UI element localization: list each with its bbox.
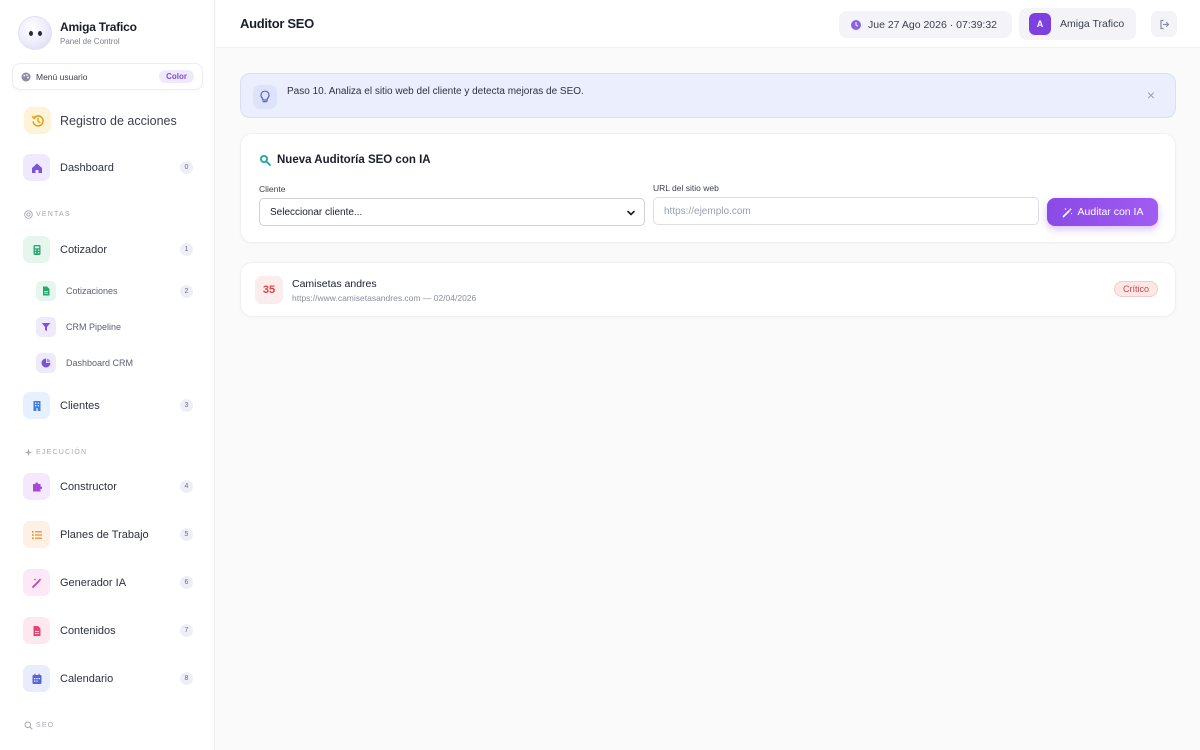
seo-score: 35 xyxy=(255,276,283,304)
page-title: Auditor SEO xyxy=(240,16,314,31)
close-icon[interactable]: × xyxy=(1147,87,1155,103)
palette-icon xyxy=(21,72,31,82)
user-menu-button[interactable]: Menú usuario Color xyxy=(12,63,203,90)
avatar: A xyxy=(1029,13,1051,35)
puzzle-icon xyxy=(23,473,50,500)
shortcut-badge: 6 xyxy=(180,576,193,589)
sidebar-item-label: Constructor xyxy=(60,480,117,493)
sidebar-item-planes[interactable]: Planes de Trabajo 5 xyxy=(23,521,193,548)
sidebar-item-clientes[interactable]: Clientes 3 xyxy=(23,392,193,419)
section-seo: SEO xyxy=(24,721,54,730)
url-input[interactable] xyxy=(653,197,1039,225)
status-badge: Crítico xyxy=(1113,281,1158,297)
file-icon xyxy=(23,617,50,644)
sidebar-item-label: Generador IA xyxy=(60,576,127,589)
sidebar-item-label: CRM Pipeline xyxy=(66,322,122,332)
magic-wand-icon xyxy=(1062,207,1072,217)
history-icon xyxy=(24,107,51,134)
search-analytics-icon xyxy=(260,155,271,166)
sidebar-item-label: Cotizador xyxy=(60,243,108,256)
shortcut-badge: 5 xyxy=(180,528,193,541)
datetime-display: Jue 27 Ago 2026 · 07:39:32 xyxy=(839,11,1013,38)
new-audit-card: Nueva Auditoría SEO con IA Cliente Selec… xyxy=(240,133,1176,243)
sidebar: Amiga Trafico Panel de Control Menú usua… xyxy=(0,0,215,750)
chevron-down-icon xyxy=(627,210,635,216)
user-profile-button[interactable]: A Amiga Trafico xyxy=(1019,8,1137,40)
section-ejecucion: EJECUCIÓN xyxy=(24,448,87,457)
top-header: Auditor SEO Jue 27 Ago 2026 · 07:39:32 A… xyxy=(216,0,1200,48)
logout-icon xyxy=(1159,19,1169,29)
sidebar-item-label: Dashboard CRM xyxy=(66,358,134,368)
list-icon xyxy=(23,521,50,548)
brand-mascot-icon xyxy=(18,16,52,50)
sidebar-item-registro[interactable]: Registro de acciones xyxy=(24,107,177,134)
user-menu-label: Menú usuario xyxy=(36,71,88,82)
logout-button[interactable] xyxy=(1151,11,1177,37)
sidebar-item-label: Dashboard xyxy=(60,161,114,174)
sidebar-item-contenidos[interactable]: Contenidos 7 xyxy=(23,617,193,644)
sidebar-item-cotizador[interactable]: Cotizador 1 xyxy=(23,236,193,263)
funnel-icon xyxy=(36,317,56,337)
card-title: Nueva Auditoría SEO con IA xyxy=(259,154,431,166)
user-name: Amiga Trafico xyxy=(1060,18,1125,30)
shortcut-badge: 0 xyxy=(180,161,193,174)
brand[interactable]: Amiga Trafico Panel de Control xyxy=(18,16,137,50)
sidebar-item-label: Contenidos xyxy=(60,624,116,637)
pie-chart-icon xyxy=(36,353,56,373)
target-icon xyxy=(24,210,33,219)
result-client-name: Camisetas andres xyxy=(292,278,377,290)
sidebar-item-dashboard-crm[interactable]: Dashboard CRM xyxy=(36,353,193,373)
home-icon xyxy=(23,154,50,181)
sparkle-icon xyxy=(24,448,33,457)
section-ventas: VENTAS xyxy=(24,210,71,219)
brand-name: Amiga Trafico xyxy=(60,20,137,34)
magic-wand-icon xyxy=(23,569,50,596)
shortcut-badge: 7 xyxy=(180,624,193,637)
cliente-selected-value: Seleccionar cliente... xyxy=(270,206,363,218)
audit-result-item[interactable]: 35 Camisetas andres https://www.camiseta… xyxy=(240,262,1176,317)
url-label: URL del sitio web xyxy=(653,183,719,193)
brand-subtitle: Panel de Control xyxy=(60,37,120,46)
calculator-icon xyxy=(23,236,50,263)
sidebar-item-label: Planes de Trabajo xyxy=(60,528,149,541)
document-icon xyxy=(36,281,56,301)
sidebar-item-label: Cotizaciones xyxy=(66,286,118,296)
result-meta: https://www.camisetasandres.com — 02/04/… xyxy=(292,293,477,303)
sidebar-item-cotizaciones[interactable]: Cotizaciones 2 xyxy=(36,281,193,301)
shortcut-badge: 3 xyxy=(180,399,193,412)
sidebar-item-calendario[interactable]: Calendario 8 xyxy=(23,665,193,692)
sidebar-item-dashboard[interactable]: Dashboard 0 xyxy=(23,154,193,181)
sidebar-item-label: Calendario xyxy=(60,672,114,685)
clock-icon xyxy=(851,19,861,30)
cliente-select[interactable]: Seleccionar cliente... xyxy=(259,198,645,226)
sidebar-item-crm-pipeline[interactable]: CRM Pipeline xyxy=(36,317,193,337)
sidebar-item-constructor[interactable]: Constructor 4 xyxy=(23,473,193,500)
calendar-icon xyxy=(23,665,50,692)
audit-with-ai-button[interactable]: Auditar con IA xyxy=(1047,198,1158,226)
sidebar-item-label: Clientes xyxy=(60,399,100,412)
shortcut-badge: 8 xyxy=(180,672,193,685)
color-badge[interactable]: Color xyxy=(159,70,194,83)
cliente-label: Cliente xyxy=(259,184,286,194)
shortcut-badge: 4 xyxy=(180,480,193,493)
shortcut-badge: 1 xyxy=(180,243,193,256)
sidebar-item-generador[interactable]: Generador IA 6 xyxy=(23,569,193,596)
tip-text: Paso 10. Analiza el sitio web del client… xyxy=(287,86,584,97)
tip-banner: Paso 10. Analiza el sitio web del client… xyxy=(240,73,1176,118)
building-icon xyxy=(23,392,50,419)
search-icon xyxy=(24,721,33,730)
datetime-text: Jue 27 Ago 2026 · 07:39:32 xyxy=(868,18,998,31)
sidebar-item-label: Registro de acciones xyxy=(60,113,177,128)
shortcut-badge: 2 xyxy=(180,284,193,298)
lightbulb-icon xyxy=(253,85,277,109)
